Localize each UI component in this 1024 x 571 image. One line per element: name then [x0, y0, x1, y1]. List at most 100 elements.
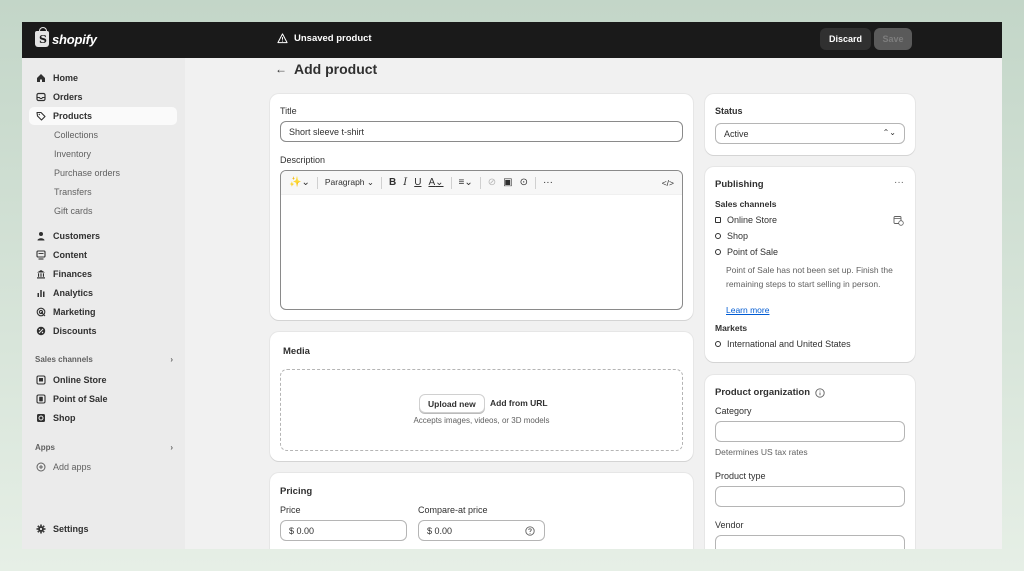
- paragraph-select[interactable]: Paragraph ⌄: [325, 177, 374, 188]
- channel-status-icon: [715, 217, 721, 223]
- sidebar-item-label: Content: [53, 250, 87, 260]
- product-type-label: Product type: [715, 471, 766, 481]
- channel-point-of-sale: Point of Sale: [715, 247, 778, 257]
- store-icon: [36, 375, 46, 385]
- sidebar-item-orders[interactable]: Orders: [29, 88, 177, 106]
- status-select[interactable]: Active ⌃⌄: [715, 123, 905, 144]
- home-icon: [37, 74, 45, 82]
- calendar-clock-icon[interactable]: [893, 215, 904, 226]
- sidebar-item-customers[interactable]: Customers: [29, 227, 177, 245]
- media-heading: Media: [283, 346, 310, 357]
- sidebar-item-point-of-sale[interactable]: Point of Sale: [29, 390, 177, 408]
- compare-at-price-value: $ 0.00: [427, 525, 453, 536]
- italic-button[interactable]: I: [403, 177, 407, 188]
- vendor-label: Vendor: [715, 520, 744, 530]
- chevron-right-icon: ›: [170, 355, 173, 364]
- shop-icon: [37, 414, 45, 422]
- learn-more-link[interactable]: Learn more: [726, 305, 769, 315]
- logo-text: shopify: [52, 31, 97, 47]
- sales-channels-label: Sales channels: [715, 199, 777, 209]
- save-button[interactable]: Save: [874, 28, 912, 50]
- discard-button[interactable]: Discard: [820, 28, 872, 50]
- sidebar-item-marketing[interactable]: Marketing: [29, 303, 177, 321]
- sidebar-item-products[interactable]: Products: [29, 107, 177, 125]
- sidebar-item-shop[interactable]: Shop: [29, 409, 177, 427]
- shopify-logo[interactable]: S shopify: [35, 27, 97, 47]
- sales-channels-heading[interactable]: Sales channels ›: [35, 355, 173, 364]
- sidebar-subitem-inventory[interactable]: Inventory: [54, 147, 91, 161]
- link-icon[interactable]: ⊘: [488, 177, 496, 188]
- publishing-menu-icon[interactable]: ···: [894, 177, 904, 188]
- price-input[interactable]: $ 0.00: [280, 520, 407, 541]
- sidebar-item-settings[interactable]: Settings: [29, 520, 177, 538]
- sidebar-item-finances[interactable]: Finances: [29, 265, 177, 283]
- sidebar-item-content[interactable]: Content: [29, 246, 177, 264]
- help-circle-icon[interactable]: [525, 526, 535, 536]
- info-icon[interactable]: [815, 387, 825, 398]
- channel-name: Point of Sale: [727, 247, 779, 257]
- title-input[interactable]: Short sleeve t-shirt: [280, 121, 683, 142]
- apps-heading-label: Apps: [35, 443, 55, 452]
- sidebar-subitem-purchase-orders[interactable]: Purchase orders: [54, 166, 120, 180]
- sidebar-item-label: Online Store: [53, 375, 107, 385]
- markets-label: Markets: [715, 323, 748, 333]
- compare-at-price-input[interactable]: $ 0.00: [418, 520, 545, 541]
- market-name: International and United States: [727, 339, 851, 349]
- sidebar-item-online-store[interactable]: Online Store: [29, 371, 177, 389]
- more-options-icon[interactable]: ···: [543, 177, 553, 188]
- sidebar-item-label: Marketing: [53, 307, 96, 317]
- video-icon[interactable]: ⊙: [520, 177, 528, 188]
- underline-button[interactable]: U: [414, 177, 421, 188]
- status-select-value: Active: [724, 128, 749, 139]
- sidebar-item-analytics[interactable]: Analytics: [29, 284, 177, 302]
- title-label: Title: [280, 106, 297, 116]
- sidebar-subitem-transfers[interactable]: Transfers: [54, 185, 92, 199]
- toolbar-divider: [450, 176, 452, 189]
- sidebar-subitem-collections[interactable]: Collections: [54, 128, 98, 142]
- channel-shop: Shop: [715, 231, 748, 241]
- shopify-bag-icon: S: [35, 27, 49, 47]
- media-dropzone[interactable]: Upload new Add from URL Accepts images, …: [280, 369, 683, 451]
- channel-status-icon: [715, 233, 721, 239]
- sidebar-subitem-gift-cards[interactable]: Gift cards: [54, 204, 93, 218]
- channel-online-store: Online Store: [715, 215, 777, 225]
- product-type-input[interactable]: [715, 486, 905, 507]
- price-label: Price: [280, 505, 301, 515]
- bank-icon: [37, 270, 45, 279]
- magic-icon[interactable]: ✨⌄: [289, 177, 310, 188]
- unsaved-status-text: Unsaved product: [294, 33, 372, 44]
- description-label: Description: [280, 155, 326, 165]
- sidebar-item-add-apps[interactable]: Add apps: [29, 458, 177, 476]
- upload-new-button[interactable]: Upload new: [419, 394, 485, 413]
- publishing-card: Publishing ··· Sales channels Online Sto…: [705, 167, 915, 362]
- toolbar-divider: [381, 176, 383, 189]
- toolbar-divider: [479, 176, 481, 189]
- apps-heading[interactable]: Apps ›: [35, 443, 173, 452]
- channel-status-icon: [715, 249, 721, 255]
- accepts-text: Accepts images, videos, or 3D models: [413, 416, 550, 425]
- text-color-button[interactable]: A⌄: [428, 177, 443, 188]
- category-input[interactable]: [715, 421, 905, 442]
- sidebar-item-discounts[interactable]: Discounts: [29, 322, 177, 340]
- align-icon[interactable]: ≡⌄: [459, 177, 473, 188]
- sidebar: Home Orders Products Collections Invento…: [22, 58, 185, 549]
- sidebar-item-label: Settings: [53, 524, 89, 534]
- sidebar-item-label: Customers: [53, 231, 101, 241]
- image-icon[interactable]: ▣: [503, 177, 512, 188]
- pricing-card: Pricing Price $ 0.00 Compare-at price $ …: [270, 473, 693, 549]
- title-description-card: Title Short sleeve t-shirt Description ✨…: [270, 94, 693, 320]
- sidebar-item-label: Home: [53, 73, 79, 83]
- sidebar-item-home[interactable]: Home: [29, 69, 177, 87]
- unsaved-status: Unsaved product: [277, 33, 372, 44]
- toolbar-divider: [316, 176, 318, 189]
- bold-button[interactable]: B: [389, 177, 396, 188]
- back-arrow-icon[interactable]: ←: [275, 62, 287, 76]
- pricing-heading: Pricing: [280, 486, 313, 497]
- code-view-button[interactable]: </>: [662, 178, 674, 188]
- sidebar-item-label: Orders: [53, 92, 83, 102]
- add-from-url-button[interactable]: Add from URL: [490, 398, 548, 408]
- person-icon: [37, 232, 45, 241]
- category-hint: Determines US tax rates: [715, 447, 808, 457]
- vendor-input[interactable]: [715, 535, 905, 549]
- category-label: Category: [715, 406, 752, 416]
